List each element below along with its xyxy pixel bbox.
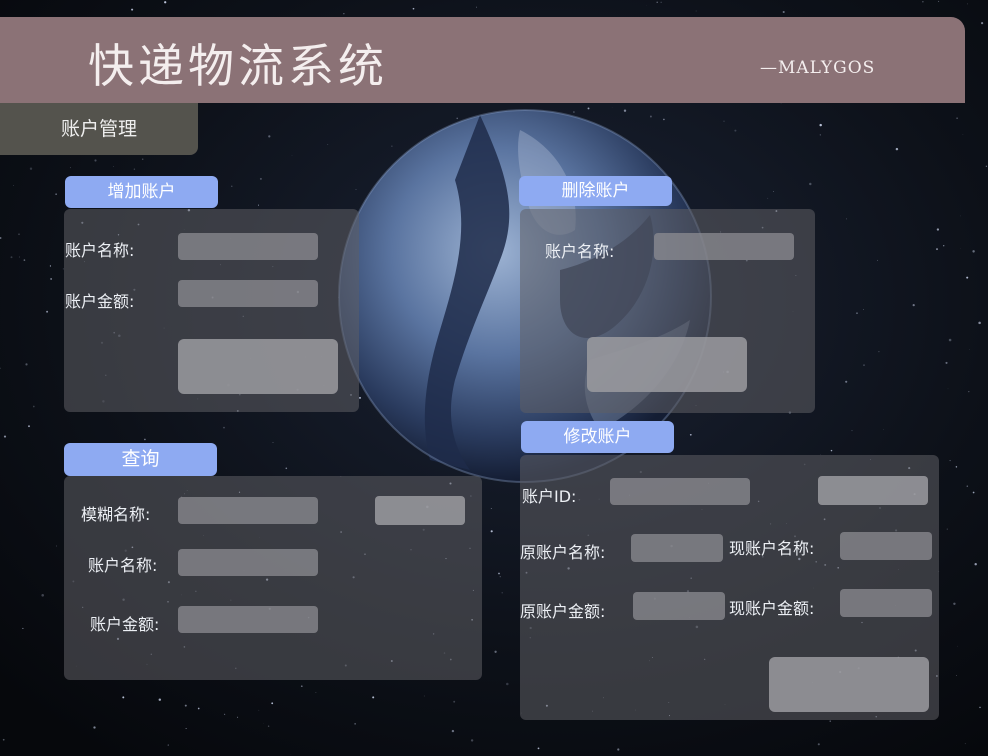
delete-name-input[interactable]: [654, 233, 794, 260]
query-name-label: 账户名称:: [88, 556, 158, 575]
delete-account-title: 删除账户: [519, 176, 672, 206]
query-name-input[interactable]: [178, 549, 318, 576]
add-amount-label: 账户金额:: [65, 292, 135, 311]
app-title: 快递物流系统: [88, 39, 388, 93]
query-amount-label: 账户金额:: [90, 615, 160, 634]
modify-orig-name-input[interactable]: [631, 534, 723, 562]
query-title: 查询: [64, 443, 217, 476]
add-account-button[interactable]: [178, 339, 338, 394]
query-search-button[interactable]: [375, 496, 465, 525]
delete-account-button[interactable]: [587, 337, 747, 392]
add-name-input[interactable]: [178, 233, 318, 260]
modify-new-name-input[interactable]: [840, 532, 932, 560]
modify-id-label: 账户ID:: [522, 487, 577, 506]
modify-id-input[interactable]: [610, 478, 750, 505]
query-fuzzy-label: 模糊名称:: [81, 505, 151, 524]
app-subtitle: —MALYGOS: [760, 58, 876, 78]
query-fuzzy-input[interactable]: [178, 497, 318, 524]
add-amount-input[interactable]: [178, 280, 318, 307]
delete-name-label: 账户名称:: [545, 242, 615, 261]
section-tab-account-management[interactable]: 账户管理: [0, 103, 198, 155]
modify-new-name-label: 现账户名称:: [729, 539, 815, 558]
modify-lookup-button[interactable]: [818, 476, 928, 505]
modify-orig-name-label: 原账户名称:: [520, 543, 606, 562]
modify-account-title: 修改账户: [521, 421, 674, 453]
query-amount-input[interactable]: [178, 606, 318, 633]
modify-orig-amount-input[interactable]: [633, 592, 725, 620]
modify-account-button[interactable]: [769, 657, 929, 712]
modify-new-amount-input[interactable]: [840, 589, 932, 617]
modify-new-amount-label: 现账户金额:: [729, 599, 815, 618]
add-name-label: 账户名称:: [65, 241, 135, 260]
modify-orig-amount-label: 原账户金额:: [520, 602, 606, 621]
add-account-title: 增加账户: [65, 176, 218, 208]
